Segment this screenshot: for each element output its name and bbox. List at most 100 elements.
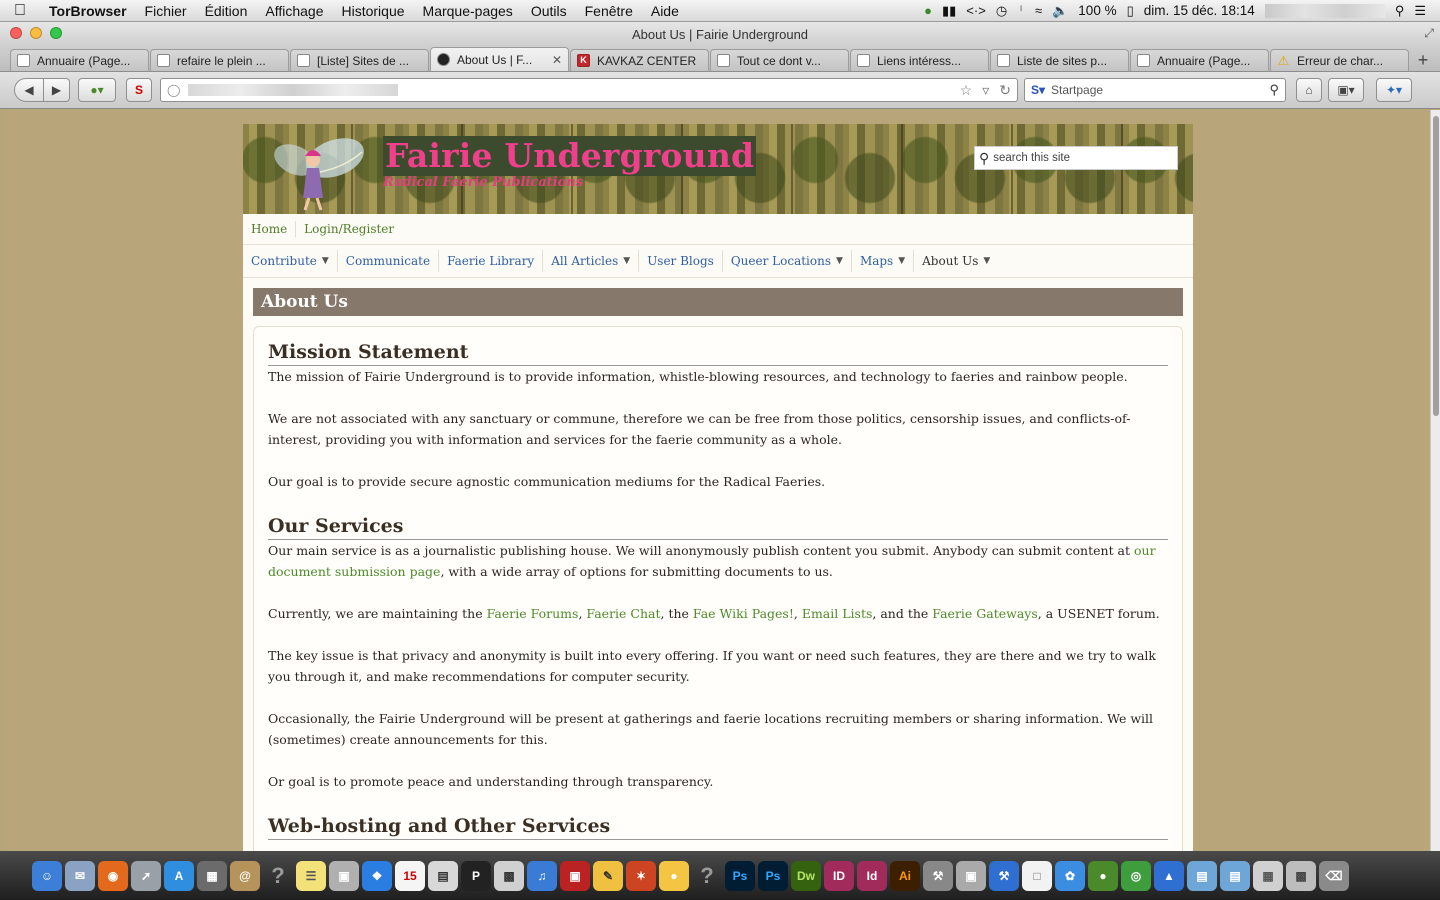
stickies-icon[interactable]: ☰ <box>296 860 326 891</box>
trash-icon[interactable]: ⌫ <box>1319 860 1349 891</box>
search-engine-icon[interactable]: S▾ <box>1031 83 1045 97</box>
nav-queer-locations[interactable]: Queer Locations ▼ <box>731 250 852 272</box>
faerie-chat-link[interactable]: Faerie Chat <box>586 606 660 621</box>
scrollbar-thumb[interactable] <box>1433 116 1439 416</box>
tab-about-us[interactable]: About Us | F... ✕ <box>430 47 569 71</box>
tool-icon[interactable]: ⚒ <box>923 860 953 891</box>
nav-about-us[interactable]: About Us ▼ <box>922 250 998 272</box>
code-brackets-icon[interactable]: <·> <box>966 3 986 18</box>
indesign-icon[interactable]: ID <box>824 860 854 891</box>
finder-icon[interactable]: ☺ <box>32 860 62 891</box>
nav-communicate[interactable]: Communicate <box>346 250 440 272</box>
photo-booth-icon[interactable]: ▣ <box>560 860 590 891</box>
zoom-window-button[interactable] <box>50 27 62 39</box>
site-identity-icon[interactable]: ◯ <box>167 83 180 97</box>
back-button[interactable]: ◀ <box>14 78 44 102</box>
email-lists-link[interactable]: Email Lists <box>802 606 873 621</box>
tab-refaire-le-plein[interactable]: refaire le plein ... <box>150 49 289 71</box>
menubar-clock[interactable]: dim. 15 déc. 18:14 <box>1144 3 1255 18</box>
bluetooth-icon[interactable]: ᛌ <box>1017 3 1025 18</box>
photoshop-icon[interactable]: Ps <box>725 860 755 891</box>
notification-list-icon[interactable]: ☰ <box>1414 3 1426 19</box>
address-book-icon[interactable]: @ <box>230 860 260 891</box>
dreamweaver-icon[interactable]: Dw <box>791 860 821 891</box>
menu-affichage[interactable]: Affichage <box>256 3 332 19</box>
document-icon[interactable]: □ <box>1022 860 1052 891</box>
illustrator-icon[interactable]: Ai <box>890 860 920 891</box>
menu-edition[interactable]: Édition <box>196 3 257 19</box>
reload-icon[interactable]: ↻ <box>999 82 1011 99</box>
new-tab-button[interactable]: + <box>1410 49 1436 71</box>
blue-app-icon[interactable]: ▲ <box>1154 860 1184 891</box>
nav-user-blogs[interactable]: User Blogs <box>647 250 723 272</box>
tor-button[interactable]: ●▾ <box>78 78 116 102</box>
nav-home-link[interactable]: Home <box>251 222 295 236</box>
tab-annuaire-2[interactable]: Annuaire (Page... <box>1130 49 1269 71</box>
search-bar[interactable]: S▾ Startpage ⚲ <box>1024 78 1286 102</box>
menu-fenetre[interactable]: Fenêtre <box>576 3 642 19</box>
utility-icon[interactable]: ▦ <box>197 860 227 891</box>
noscript-button[interactable]: S <box>126 78 152 102</box>
launchpad-icon[interactable]: ➚ <box>131 860 161 891</box>
itunes-icon[interactable]: ♫ <box>527 860 557 891</box>
image-capture-icon[interactable]: ▣ <box>956 860 986 891</box>
url-bar[interactable]: ◯ ☆ ▿ ↻ <box>160 78 1018 102</box>
forward-button[interactable]: ▶ <box>44 78 70 102</box>
battery-percent[interactable]: 100 % <box>1078 3 1116 18</box>
site-search-box[interactable]: ⚲ search this site <box>974 146 1178 170</box>
faerie-forums-link[interactable]: Faerie Forums <box>487 606 579 621</box>
indesign-2-icon[interactable]: Id <box>857 860 887 891</box>
close-tab-icon[interactable]: ✕ <box>552 53 562 67</box>
bookmarks-menu-button[interactable]: ▣▾ <box>1328 78 1364 102</box>
tor-onion-icon[interactable]: ● <box>924 3 932 18</box>
menu-marque-pages[interactable]: Marque-pages <box>414 3 522 19</box>
firefox-icon[interactable]: ◉ <box>98 860 128 891</box>
app-store-icon[interactable]: A <box>164 860 194 891</box>
unknown-app-icon[interactable]: ? <box>263 861 293 891</box>
time-machine-icon[interactable]: ◷ <box>996 3 1007 19</box>
wifi-icon[interactable]: ≈ <box>1035 3 1042 18</box>
tor-browser-icon[interactable]: ● <box>1088 860 1118 891</box>
page-scrollbar[interactable] <box>1430 110 1440 851</box>
star-app-icon[interactable]: ✶ <box>626 860 656 891</box>
volume-icon[interactable]: 🔈 <box>1052 3 1068 19</box>
unknown-app-icon[interactable]: ? <box>692 861 722 891</box>
fullscreen-icon[interactable]: ⤢ <box>1424 26 1434 41</box>
fae-wiki-link[interactable]: Fae Wiki Pages! <box>693 606 794 621</box>
numbers-icon[interactable]: ▤ <box>428 860 458 891</box>
preview-icon[interactable]: ▣ <box>329 860 359 891</box>
extension-button[interactable]: ✦▾ <box>1376 78 1412 102</box>
tab-liste-sites[interactable]: [Liste] Sites de ... <box>290 49 429 71</box>
spotlight-icon[interactable]: ⚲ <box>1395 3 1405 19</box>
tab-liens-interessants[interactable]: Liens intéress... <box>850 49 989 71</box>
menu-fichier[interactable]: Fichier <box>136 3 196 19</box>
textedit-icon[interactable]: ✎ <box>593 860 623 891</box>
mail-icon[interactable]: ✉ <box>65 860 95 891</box>
downloads-stack-icon[interactable]: ▦ <box>1253 860 1283 891</box>
pandora-icon[interactable]: P <box>461 860 491 891</box>
menu-historique[interactable]: Historique <box>333 3 414 19</box>
applications-folder-icon[interactable]: ▤ <box>1187 860 1217 891</box>
nav-login-register-link[interactable]: Login/Register <box>304 222 402 236</box>
close-window-button[interactable] <box>10 27 22 39</box>
nav-maps[interactable]: Maps ▼ <box>860 250 915 272</box>
safari-icon[interactable]: ✿ <box>1055 860 1085 891</box>
dropbox-icon[interactable]: ❖ <box>362 860 392 891</box>
calendar-icon[interactable]: 15 <box>395 860 425 891</box>
menu-outils[interactable]: Outils <box>522 3 576 19</box>
menu-app-name[interactable]: TorBrowser <box>40 3 136 19</box>
tab-erreur-chargement[interactable]: ⚠ Erreur de char... <box>1270 49 1409 71</box>
fairy-logo-icon[interactable] <box>265 130 375 212</box>
tab-kavkaz-center[interactable]: K KAVKAZ CENTER <box>570 49 709 71</box>
nav-contribute[interactable]: Contribute ▼ <box>251 250 338 272</box>
stack-icon[interactable]: ▩ <box>1286 860 1316 891</box>
tab-liste-de-sites[interactable]: Liste de sites p... <box>990 49 1129 71</box>
home-button[interactable]: ⌂ <box>1296 78 1322 102</box>
nav-faerie-library[interactable]: Faerie Library <box>447 250 544 272</box>
battery-icon[interactable]: ▯ <box>1127 3 1134 19</box>
image-viewer-icon[interactable]: ▩ <box>494 860 524 891</box>
tab-annuaire-1[interactable]: Annuaire (Page... <box>10 49 149 71</box>
bookmark-star-icon[interactable]: ☆ <box>960 82 973 99</box>
nav-all-articles[interactable]: All Articles ▼ <box>551 250 640 272</box>
search-icon[interactable]: ⚲ <box>1269 82 1279 98</box>
